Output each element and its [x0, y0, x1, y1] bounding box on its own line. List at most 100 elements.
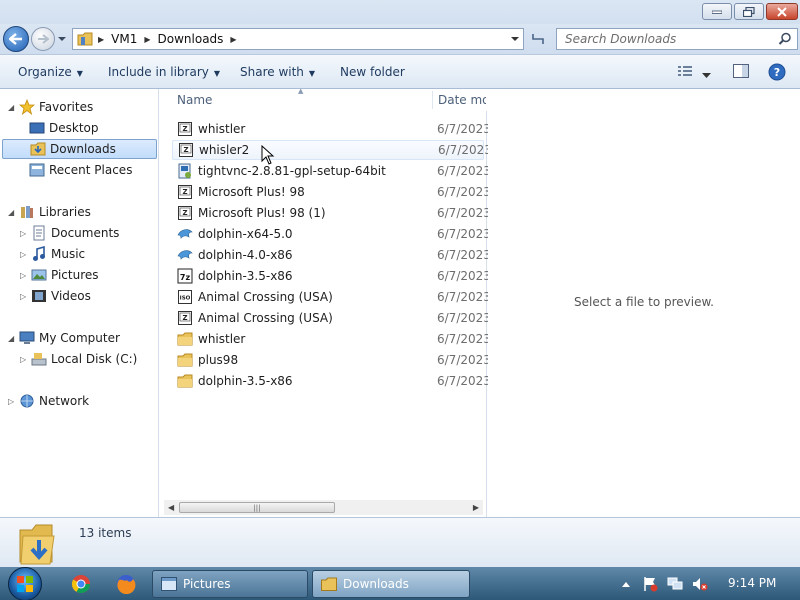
expand-arrow-icon[interactable]: ▷	[20, 229, 26, 238]
pictures-icon	[31, 269, 47, 281]
column-header-date-modified[interactable]: Date mod	[438, 93, 486, 107]
file-row[interactable]: ISO Animal Crossing (USA) 6/7/2023	[172, 287, 491, 307]
include-in-library-label: Include in library	[108, 65, 209, 79]
file-name: whistler	[198, 332, 246, 346]
file-name: Microsoft Plus! 98 (1)	[198, 206, 326, 220]
taskbar-window-downloads[interactable]: Downloads	[312, 570, 470, 598]
nav-item-music[interactable]: Music	[31, 244, 85, 264]
mouse-cursor-icon	[261, 145, 275, 165]
breadcrumb-vm1[interactable]: VM1	[107, 32, 141, 46]
nav-item-favorites[interactable]: Favorites	[19, 97, 93, 117]
nav-item-pictures[interactable]: Pictures	[31, 265, 99, 285]
help-icon: ?	[768, 63, 786, 81]
expand-arrow-icon[interactable]: ▷	[8, 397, 14, 406]
breadcrumb-separator[interactable]: ▶	[227, 35, 239, 44]
nav-item-desktop[interactable]: Desktop	[29, 118, 99, 138]
column-header-name[interactable]: Name	[177, 93, 212, 107]
navigation-bar: ▶ VM1 ▶ Downloads ▶	[0, 24, 800, 54]
documents-icon	[33, 225, 45, 241]
collapse-arrow-icon[interactable]: ◢	[8, 208, 14, 217]
view-options-dropdown[interactable]	[702, 68, 711, 82]
breadcrumb-separator[interactable]: ▶	[141, 35, 153, 44]
refresh-button[interactable]	[527, 28, 549, 50]
scroll-left-arrow-icon[interactable]: ◀	[168, 503, 174, 512]
recent-pages-button[interactable]	[57, 33, 67, 43]
search-input[interactable]	[557, 29, 767, 49]
help-button[interactable]: ?	[768, 63, 786, 84]
show-hidden-icons-button[interactable]	[621, 580, 631, 588]
expand-arrow-icon[interactable]: ▷	[20, 271, 26, 280]
system-clock[interactable]: 9:14 PM	[728, 576, 776, 590]
file-row[interactable]: whistler 6/7/2023	[172, 329, 491, 349]
network-icon	[20, 394, 34, 408]
taskbar-chrome[interactable]	[61, 570, 101, 598]
dolphin-icon	[177, 250, 193, 260]
file-row[interactable]: dolphin-x64-5.0 6/7/2023	[172, 224, 491, 244]
file-row[interactable]: 7z dolphin-3.5-x86 6/7/2023	[172, 266, 491, 286]
taskbar-window-pictures[interactable]: Pictures	[152, 570, 308, 598]
close-button[interactable]	[766, 3, 798, 20]
file-date-modified: 6/7/2023	[437, 248, 491, 262]
nav-item-local-disk[interactable]: Local Disk (C:)	[31, 349, 137, 369]
network-status-icon[interactable]	[667, 576, 683, 592]
expand-arrow-icon[interactable]: ▷	[20, 250, 26, 259]
include-in-library-button[interactable]: Include in library ▼	[108, 65, 220, 79]
search-box[interactable]	[556, 28, 798, 50]
nav-item-recent-places[interactable]: Recent Places	[29, 160, 132, 180]
nav-item-downloads[interactable]: Downloads	[2, 139, 157, 159]
minimize-button[interactable]	[702, 3, 732, 20]
restore-icon	[743, 6, 755, 17]
restore-button[interactable]	[734, 3, 764, 20]
nav-item-libraries[interactable]: Libraries	[19, 202, 91, 222]
taskbar-label-pictures: Pictures	[183, 577, 231, 591]
action-center-flag-icon[interactable]	[642, 576, 658, 592]
address-bar[interactable]: ▶ VM1 ▶ Downloads ▶	[72, 28, 524, 50]
breadcrumb-downloads[interactable]: Downloads	[154, 32, 228, 46]
breadcrumb-separator[interactable]: ▶	[95, 35, 107, 44]
nav-item-network[interactable]: Network	[19, 391, 89, 411]
new-folder-label: New folder	[340, 65, 405, 79]
nav-item-documents[interactable]: Documents	[31, 223, 119, 243]
forward-button[interactable]	[31, 27, 55, 51]
nav-item-videos[interactable]: Videos	[31, 286, 91, 306]
file-row[interactable]: Z Animal Crossing (USA) 6/7/2023	[172, 308, 491, 328]
taskbar-firefox[interactable]	[106, 570, 146, 598]
column-resize-handle[interactable]	[432, 91, 433, 109]
preview-pane-button[interactable]	[733, 64, 749, 82]
nav-item-my-computer[interactable]: My Computer	[19, 328, 120, 348]
search-icon[interactable]	[778, 32, 792, 46]
scrollbar-thumb[interactable]: |||	[179, 502, 335, 513]
file-row[interactable]: plus98 6/7/2023	[172, 350, 491, 370]
file-row[interactable]: dolphin-3.5-x86 6/7/2023	[172, 371, 491, 391]
horizontal-scrollbar[interactable]: ◀ ||| ▶	[164, 500, 483, 515]
nav-label-documents: Documents	[51, 226, 120, 240]
organize-menu-button[interactable]: Organize ▼	[18, 65, 83, 79]
scroll-right-arrow-icon[interactable]: ▶	[473, 503, 479, 512]
start-button[interactable]	[8, 567, 42, 600]
expand-arrow-icon[interactable]: ▷	[20, 355, 26, 364]
file-row[interactable]: Z Microsoft Plus! 98 (1) 6/7/2023	[172, 203, 491, 223]
file-date-modified: 6/7/2023	[437, 227, 491, 241]
new-folder-button[interactable]: New folder	[340, 65, 405, 79]
file-row[interactable]: Zwhisler2 6/7/2023	[172, 140, 492, 160]
share-with-button[interactable]: Share with ▼	[240, 65, 315, 79]
chevron-down-icon	[702, 73, 711, 78]
file-row[interactable]: tightvnc-2.8.81-gpl-setup-64bit 6/7/2023	[172, 161, 491, 181]
back-button[interactable]	[3, 26, 29, 52]
chevron-down-icon: ▼	[308, 69, 316, 78]
volume-muted-icon[interactable]	[692, 576, 708, 592]
arrow-left-icon	[9, 33, 22, 45]
file-row[interactable]: Zwhistler 6/7/2023	[172, 119, 491, 139]
file-date-modified: 6/7/2023	[437, 353, 491, 367]
collapse-arrow-icon[interactable]: ◢	[8, 334, 14, 343]
collapse-arrow-icon[interactable]: ◢	[8, 103, 14, 112]
expand-arrow-icon[interactable]: ▷	[20, 292, 26, 301]
folder-icon	[177, 353, 193, 367]
change-view-button[interactable]	[677, 64, 693, 81]
chrome-icon	[72, 575, 90, 594]
downloads-folder-icon	[19, 524, 55, 565]
file-row[interactable]: Z Microsoft Plus! 98 6/7/2023	[172, 182, 491, 202]
nav-label-local-disk: Local Disk (C:)	[51, 352, 138, 366]
address-history-dropdown[interactable]	[507, 29, 523, 49]
file-row[interactable]: dolphin-4.0-x86 6/7/2023	[172, 245, 491, 265]
